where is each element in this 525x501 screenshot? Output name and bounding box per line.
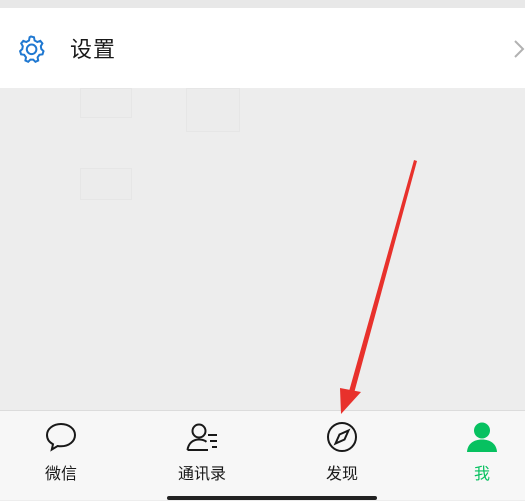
gear-icon: [18, 35, 45, 64]
tab-chats-label: 微信: [44, 464, 77, 483]
tab-me[interactable]: 我: [432, 411, 525, 501]
tab-chats[interactable]: 微信: [11, 411, 111, 501]
person-icon: [467, 422, 497, 452]
faint-placeholder: [80, 168, 132, 200]
faint-placeholder: [80, 88, 132, 118]
tab-discover-label: 发现: [325, 464, 358, 483]
compass-icon: [327, 422, 357, 452]
top-divider-strip: [0, 0, 525, 8]
tab-discover[interactable]: 发现: [292, 411, 392, 501]
bottom-tab-bar: 微信 通讯录 发现 我: [0, 410, 525, 500]
settings-row[interactable]: 设置: [0, 8, 525, 88]
content-area: [0, 88, 525, 410]
tab-me-label: 我: [473, 464, 490, 483]
contacts-icon: [186, 423, 217, 451]
home-indicator: [167, 496, 377, 500]
tab-contacts-label: 通讯录: [177, 464, 226, 483]
chevron-right-icon: [514, 40, 525, 58]
faint-placeholder: [186, 88, 240, 132]
chat-bubble-icon: [45, 422, 77, 452]
tab-contacts[interactable]: 通讯录: [152, 411, 252, 501]
settings-label: 设置: [70, 38, 117, 63]
